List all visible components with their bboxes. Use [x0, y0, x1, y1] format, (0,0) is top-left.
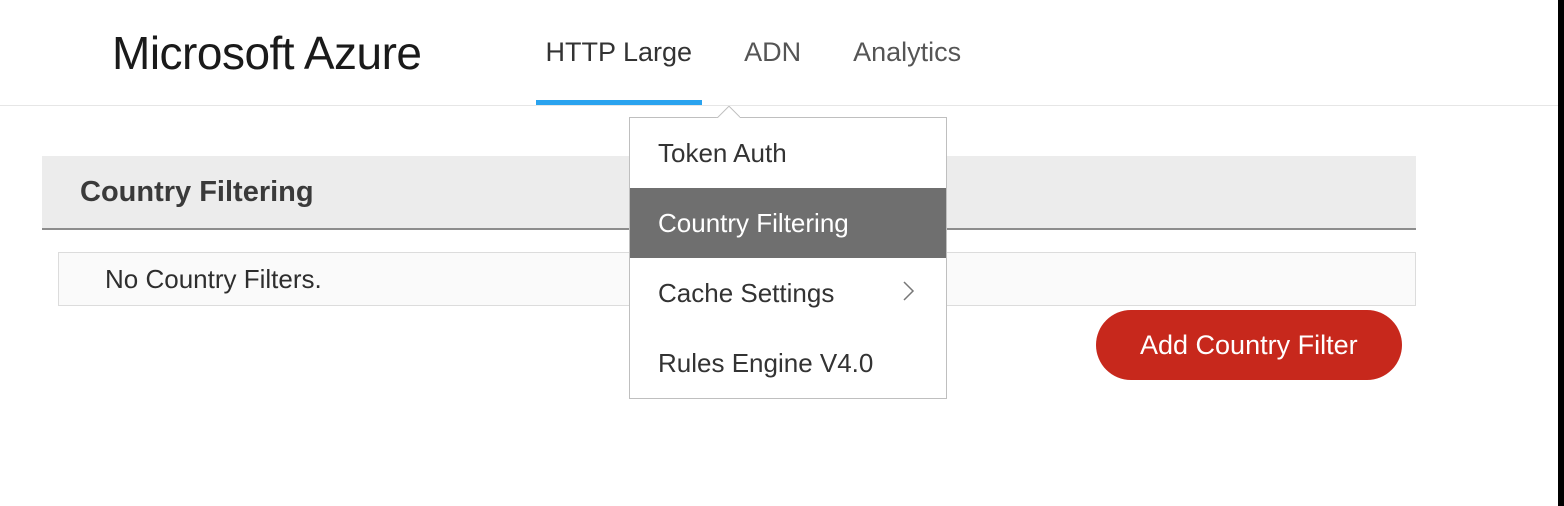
azure-logo: Microsoft Azure — [112, 26, 422, 80]
chevron-right-icon — [902, 278, 916, 309]
http-large-dropdown: Token Auth Country Filtering Cache Setti… — [629, 117, 947, 399]
menu-item-token-auth[interactable]: Token Auth — [630, 118, 946, 188]
page-title: Country Filtering — [80, 176, 314, 209]
tab-http-large[interactable]: HTTP Large — [542, 0, 697, 105]
right-border-decoration — [1558, 0, 1564, 506]
menu-item-country-filtering[interactable]: Country Filtering — [630, 188, 946, 258]
menu-item-label: Cache Settings — [658, 278, 834, 309]
dropdown-notch-icon — [716, 106, 740, 118]
menu-item-cache-settings[interactable]: Cache Settings — [630, 258, 946, 328]
tab-analytics[interactable]: Analytics — [849, 0, 965, 105]
tab-adn[interactable]: ADN — [740, 0, 805, 105]
top-bar: Microsoft Azure HTTP Large ADN Analytics — [0, 0, 1564, 106]
nav-tabs: HTTP Large ADN Analytics — [542, 0, 966, 105]
menu-item-rules-engine[interactable]: Rules Engine V4.0 — [630, 328, 946, 398]
add-country-filter-button[interactable]: Add Country Filter — [1096, 310, 1402, 380]
